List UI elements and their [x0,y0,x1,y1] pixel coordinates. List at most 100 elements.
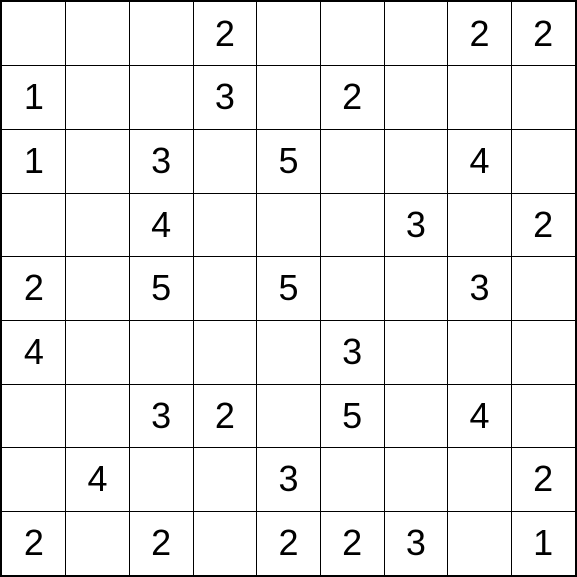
grid-cell[interactable]: 3 [257,448,321,512]
grid-line-horizontal [0,0,577,2]
grid-cell[interactable] [320,129,384,193]
grid-cell[interactable] [320,448,384,512]
grid-cell[interactable] [320,257,384,321]
grid-cell[interactable] [66,257,130,321]
grid-cell[interactable] [193,448,257,512]
grid-cell[interactable] [257,384,321,448]
grid-cell[interactable]: 2 [2,511,66,575]
grid-cell[interactable]: 4 [2,320,66,384]
grid-cell[interactable]: 4 [448,129,512,193]
grid-cell[interactable] [66,2,130,66]
grid-cell[interactable]: 1 [2,129,66,193]
grid-cell[interactable] [2,448,66,512]
grid-cell[interactable] [129,2,193,66]
grid-cell[interactable] [448,320,512,384]
grid-cell[interactable] [384,257,448,321]
grid-cell[interactable] [257,2,321,66]
grid-line-horizontal [0,447,577,448]
grid-cell[interactable] [257,320,321,384]
grid-cell[interactable]: 4 [129,193,193,257]
grid-cell[interactable]: 2 [257,511,321,575]
grid-line-horizontal [0,511,577,512]
grid-cell[interactable]: 1 [511,511,575,575]
grid-cell[interactable] [511,257,575,321]
grid-cell[interactable]: 4 [448,384,512,448]
grid-cell[interactable] [66,193,130,257]
grid-cell[interactable]: 1 [2,66,66,130]
grid-cell[interactable]: 5 [129,257,193,321]
grid-cell[interactable]: 4 [66,448,130,512]
grid-line-horizontal [0,320,577,321]
grid-line-horizontal [0,384,577,385]
grid-cell[interactable] [320,193,384,257]
grid-cell[interactable]: 2 [511,448,575,512]
grid-cell[interactable] [511,66,575,130]
grid-cell[interactable] [129,320,193,384]
grid-cell[interactable] [384,320,448,384]
grid-cell[interactable]: 2 [320,66,384,130]
grid-cell[interactable] [193,193,257,257]
grid-cell[interactable] [2,2,66,66]
grid-cell[interactable]: 5 [320,384,384,448]
grid-cell[interactable] [384,129,448,193]
grid-cell[interactable] [384,2,448,66]
grid-cell[interactable]: 3 [448,257,512,321]
grid-cell[interactable] [66,66,130,130]
number-grid: 22213213544322553433254432222231 [0,0,577,577]
grid-line-horizontal [0,193,577,194]
grid-cell[interactable] [384,384,448,448]
grid-cell[interactable] [193,511,257,575]
grid-cell[interactable]: 3 [129,384,193,448]
grid-cell[interactable] [2,193,66,257]
grid-line-horizontal [0,129,577,130]
grid-cell[interactable] [257,193,321,257]
grid-cell[interactable] [448,448,512,512]
grid-line-vertical [320,0,321,577]
grid-line-vertical [193,0,194,577]
grid-cell[interactable]: 2 [320,511,384,575]
grid-cell[interactable] [257,66,321,130]
grid-cell[interactable]: 2 [193,384,257,448]
grid-line-vertical [65,0,66,577]
grid-cell[interactable] [448,66,512,130]
grid-cell[interactable] [193,320,257,384]
grid-line-vertical [256,0,257,577]
grid-cell[interactable]: 2 [2,257,66,321]
grid-cell[interactable] [129,66,193,130]
grid-line-vertical [0,0,2,577]
grid-line-vertical [384,0,385,577]
grid-cell[interactable] [193,257,257,321]
grid-cell[interactable] [448,193,512,257]
grid-cell[interactable]: 3 [320,320,384,384]
grid-cell[interactable] [511,384,575,448]
grid-line-horizontal [0,256,577,257]
grid-cell[interactable] [66,511,130,575]
grid-cell[interactable] [66,320,130,384]
grid-cell[interactable]: 2 [129,511,193,575]
grid-cell[interactable] [2,384,66,448]
grid-line-vertical [447,0,448,577]
grid-cell[interactable] [193,129,257,193]
grid-cell[interactable]: 3 [384,193,448,257]
grid-cell[interactable] [448,511,512,575]
grid-cell[interactable] [66,384,130,448]
grid-cell[interactable]: 2 [193,2,257,66]
grid-cell[interactable]: 3 [384,511,448,575]
grid-cell[interactable]: 5 [257,257,321,321]
grid-line-horizontal [0,65,577,66]
grid-cell[interactable] [129,448,193,512]
grid-cell[interactable]: 3 [129,129,193,193]
grid-cell[interactable] [511,129,575,193]
grid-cell[interactable]: 3 [193,66,257,130]
grid-cell[interactable] [384,448,448,512]
grid-line-vertical [511,0,512,577]
grid-line-vertical [129,0,130,577]
grid-cell[interactable] [66,129,130,193]
grid-cell[interactable] [384,66,448,130]
grid-cell[interactable]: 5 [257,129,321,193]
grid-cell[interactable]: 2 [511,2,575,66]
grid-cell[interactable] [511,320,575,384]
grid-cell[interactable]: 2 [448,2,512,66]
grid-cell[interactable] [320,2,384,66]
grid-cell[interactable]: 2 [511,193,575,257]
